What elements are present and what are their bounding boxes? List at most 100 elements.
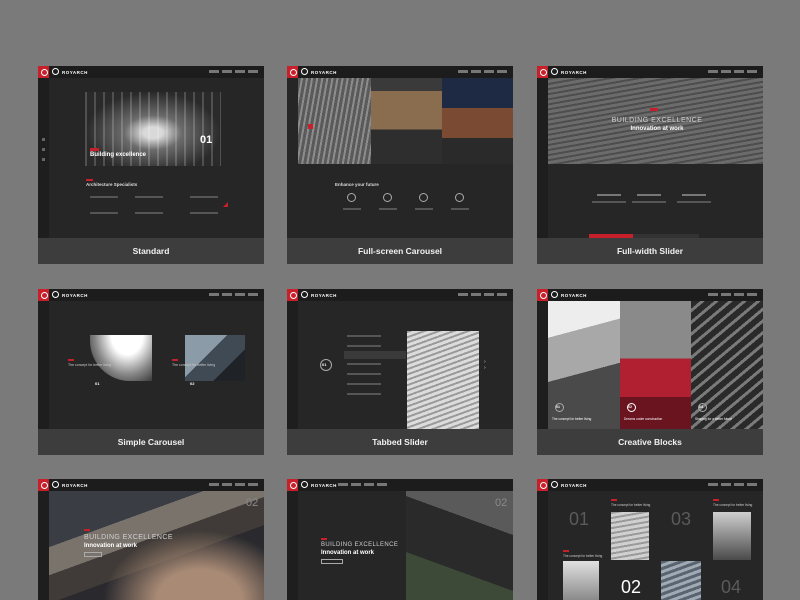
grid-num-3: 03 (671, 509, 692, 529)
carousel-num-1: 01 (95, 381, 100, 386)
side-nav (537, 78, 548, 238)
card-label[interactable]: Creative Blocks (537, 429, 763, 455)
side-nav (537, 491, 548, 600)
grid-num-2: 02 (621, 577, 642, 597)
logo-icon (537, 66, 548, 78)
block-caption-1: The concept for better living (552, 417, 592, 421)
section-title: Enhance your future (335, 182, 379, 187)
brand-name: ROYARCH (52, 481, 88, 490)
brand-name: ROYARCH (301, 291, 337, 300)
slide-number: 02 (495, 497, 508, 509)
card-label[interactable]: Full-width Slider (537, 238, 763, 264)
demo-card-8[interactable]: ROYARCH BUILDING EXCELLENCE Innovation a… (287, 479, 513, 600)
tab-image (407, 331, 479, 429)
logo-icon (287, 66, 298, 78)
demo-card-simple-carousel[interactable]: ROYARCH The concept for better living Th… (38, 289, 264, 455)
block-num-2: 02 (628, 405, 632, 409)
slide-number: 01 (200, 134, 213, 146)
brand-name: ROYARCH (551, 291, 587, 300)
hero-subheading: Innovation at work (630, 126, 684, 132)
card-label[interactable]: Tabbed Slider (287, 429, 513, 455)
brand-name: ROYARCH (52, 68, 88, 77)
header-contacts (708, 293, 758, 296)
header-contacts (708, 483, 758, 486)
screenshot-preview: ROYARCH BUILDING EXCELLENCE Innovation a… (287, 479, 513, 600)
demo-card-standard[interactable]: ROYARCH Building excellence 01 Architect… (38, 66, 264, 264)
header-contacts (458, 70, 508, 73)
grid-caption-2: The concept for better living (563, 554, 603, 558)
screenshot-preview: ROYARCH The concept for better living Th… (38, 289, 264, 429)
demo-card-creative-blocks[interactable]: ROYARCH 01 The concept for better living… (537, 289, 763, 455)
demo-card-9[interactable]: ROYARCH 01 03 02 04 The concept for bett… (537, 479, 763, 600)
screenshot-preview: ROYARCH 01 The concept for better living… (537, 289, 763, 429)
grid-image-1 (611, 512, 649, 560)
side-nav (38, 301, 49, 429)
side-nav (287, 491, 298, 600)
logo-icon (38, 479, 49, 491)
hero-subheading: Innovation at work (321, 550, 375, 556)
header-bar: ROYARCH (38, 479, 264, 491)
logo-icon (537, 289, 548, 301)
hero-title: Building excellence (90, 152, 147, 158)
card-label[interactable]: Simple Carousel (38, 429, 264, 455)
grid-caption-1: The concept for better living (611, 503, 651, 507)
header-contacts (209, 293, 259, 296)
grid-image-3 (563, 561, 599, 600)
brand-name: ROYARCH (52, 291, 88, 300)
hero-image (49, 491, 264, 600)
carousel-image-1 (298, 78, 371, 164)
screenshot-preview: ROYARCH Enhance your future (287, 66, 513, 238)
header-contacts (458, 293, 508, 296)
grid-image-4 (661, 561, 701, 600)
slide-number: 02 (246, 497, 259, 509)
header-contacts (209, 70, 259, 73)
hero-heading: BUILDING EXCELLENCE (611, 117, 703, 124)
carousel-caption-1: The concept for better living (68, 363, 112, 367)
screenshot-preview: ROYARCH 01 03 02 04 The concept for bett… (537, 479, 763, 600)
screenshot-preview: ROYARCH 01 › › (287, 289, 513, 429)
carousel-image-2 (185, 335, 245, 381)
grid-caption-3: The concept for better living (713, 503, 753, 507)
grid-num-4: 04 (721, 577, 742, 597)
carousel-num-2: 02 (190, 381, 195, 386)
demo-card-7[interactable]: ROYARCH BUILDING EXCELLENCE Innovation a… (38, 479, 264, 600)
card-label[interactable]: Full-screen Carousel (287, 238, 513, 264)
side-nav (38, 491, 49, 600)
carousel-image-1 (90, 335, 152, 381)
brand-name: ROYARCH (301, 481, 337, 490)
header-contacts (338, 483, 388, 486)
demo-card-tabbed-slider[interactable]: ROYARCH 01 › › Tabbed Slider (287, 289, 513, 455)
carousel-image-3 (442, 78, 513, 164)
header-bar: ROYARCH (287, 479, 513, 491)
brand-name: ROYARCH (301, 68, 337, 77)
header-bar: ROYARCH (38, 66, 264, 78)
section-title: Architecture Specialists (86, 182, 138, 187)
header-contacts (209, 483, 259, 486)
red-corner-accent (223, 202, 228, 207)
screenshot-preview: ROYARCH Building excellence 01 Architect… (38, 66, 264, 238)
header-bar: ROYARCH (287, 66, 513, 78)
header-bar: ROYARCH (537, 66, 763, 78)
brand-name: ROYARCH (551, 481, 587, 490)
hero-heading: BUILDING EXCELLENCE (321, 542, 399, 548)
grid-num-1: 01 (569, 509, 590, 529)
logo-icon (287, 289, 298, 301)
logo-icon (287, 479, 298, 491)
logo-icon (38, 66, 49, 78)
header-bar: ROYARCH (537, 479, 763, 491)
header-bar: ROYARCH (537, 289, 763, 301)
demo-card-fullwidth-slider[interactable]: ROYARCH BUILDING EXCELLENCE Innovation a… (537, 66, 763, 264)
screenshot-preview: ROYARCH BUILDING EXCELLENCE Innovation a… (38, 479, 264, 600)
block-caption-3: Shaping for a better future (695, 417, 733, 421)
hero-subheading: Innovation at work (84, 543, 138, 549)
block-num-3: 03 (699, 405, 703, 409)
grid-image-2 (713, 512, 751, 560)
screenshot-preview: ROYARCH BUILDING EXCELLENCE Innovation a… (537, 66, 763, 238)
demo-card-fullscreen-carousel[interactable]: ROYARCH Enhance your future Full-screen … (287, 66, 513, 264)
slide-number: 01 (322, 362, 327, 367)
hero-heading: BUILDING EXCELLENCE (84, 534, 173, 541)
side-nav (537, 301, 548, 429)
card-label[interactable]: Standard (38, 238, 264, 264)
block-num-1: 01 (556, 405, 560, 409)
side-nav (287, 301, 298, 429)
